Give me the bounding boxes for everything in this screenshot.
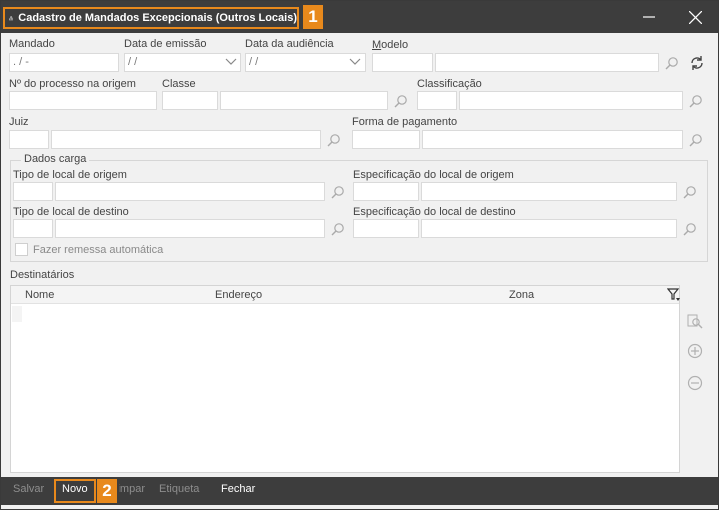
tipo-local-origem-desc-field[interactable] [55, 182, 325, 201]
search-icon[interactable] [683, 222, 697, 236]
novo-highlight [54, 479, 96, 503]
modelo-label: Modelo [372, 39, 409, 51]
forma-pagamento-label: Forma de pagamento [352, 116, 458, 128]
tipo-local-destino-desc-field[interactable] [55, 219, 325, 238]
search-icon[interactable] [327, 133, 341, 147]
app-logo-icon [9, 15, 14, 21]
step-badge-2: 2 [97, 479, 117, 503]
tipo-local-origem-label: Tipo de local de origem [13, 169, 127, 181]
fechar-button[interactable]: Fechar [221, 483, 255, 495]
close-icon [688, 10, 702, 24]
grid-header: Nome Endereço Zona [11, 286, 681, 304]
fazer-remessa-checkbox[interactable] [15, 243, 28, 256]
remove-circle-icon[interactable] [687, 375, 703, 391]
chevron-down-icon[interactable] [225, 58, 237, 66]
classificacao-label: Classificação [417, 78, 482, 90]
juiz-label: Juiz [9, 116, 29, 128]
search-icon[interactable] [683, 185, 697, 199]
juiz-code-field[interactable] [9, 130, 49, 149]
close-button[interactable] [681, 5, 709, 29]
tipo-local-origem-code-field[interactable] [13, 182, 53, 201]
classificacao-code-field[interactable] [417, 91, 457, 110]
search-icon[interactable] [331, 222, 345, 236]
data-audiencia-field[interactable]: / / [245, 53, 366, 72]
search-icon[interactable] [394, 94, 408, 108]
espec-local-destino-desc-field[interactable] [421, 219, 677, 238]
espec-local-destino-code-field[interactable] [353, 219, 419, 238]
search-icon[interactable] [331, 185, 345, 199]
mandado-field[interactable]: . / - [9, 53, 119, 72]
tipo-local-destino-code-field[interactable] [13, 219, 53, 238]
data-audiencia-label: Data da audiência [245, 38, 334, 50]
classe-label: Classe [162, 78, 196, 90]
column-header-nome[interactable]: Nome [25, 289, 54, 301]
destinatarios-grid[interactable]: Nome Endereço Zona [10, 285, 680, 473]
window-title: Cadastro de Mandados Excepcionais (Outro… [18, 12, 297, 24]
data-emissao-field[interactable]: / / [124, 53, 241, 72]
zoom-icon[interactable] [687, 313, 703, 329]
window: Cadastro de Mandados Excepcionais (Outro… [0, 0, 719, 510]
search-icon[interactable] [665, 56, 679, 70]
chevron-down-icon[interactable] [349, 58, 361, 66]
column-header-zona[interactable]: Zona [509, 289, 534, 301]
add-circle-icon[interactable] [687, 343, 703, 359]
tipo-local-destino-label: Tipo de local de destino [13, 206, 129, 218]
classificacao-desc-field[interactable] [459, 91, 683, 110]
search-icon[interactable] [689, 133, 703, 147]
etiqueta-button[interactable]: Etiqueta [159, 483, 199, 495]
classe-code-field[interactable] [162, 91, 218, 110]
modelo-desc-field[interactable] [435, 53, 659, 72]
espec-local-origem-label: Especificação do local de origem [353, 169, 514, 181]
juiz-desc-field[interactable] [51, 130, 321, 149]
minimize-button[interactable] [635, 5, 663, 29]
destinatarios-label: Destinatários [10, 269, 75, 281]
data-emissao-label: Data de emissão [124, 38, 207, 50]
title-highlight: Cadastro de Mandados Excepcionais (Outro… [3, 7, 299, 29]
salvar-button[interactable]: Salvar [13, 483, 44, 495]
search-icon[interactable] [689, 94, 703, 108]
processo-origem-label: Nº do processo na origem [9, 78, 136, 90]
forma-pagamento-code-field[interactable] [352, 130, 420, 149]
column-header-endereco[interactable]: Endereço [215, 289, 262, 301]
minimize-icon [643, 16, 655, 18]
modelo-code-field[interactable] [372, 53, 433, 72]
processo-origem-field[interactable] [9, 91, 157, 110]
title-bar: Cadastro de Mandados Excepcionais (Outro… [1, 1, 718, 33]
mandado-label: Mandado [9, 38, 55, 50]
refresh-icon[interactable] [689, 55, 705, 71]
forma-pagamento-desc-field[interactable] [422, 130, 683, 149]
modelo-label-rest: odelo [381, 39, 409, 51]
row-indicator [12, 306, 22, 322]
filter-icon[interactable] [667, 287, 681, 303]
step-badge-1: 1 [303, 5, 323, 29]
classe-desc-field[interactable] [220, 91, 388, 110]
fazer-remessa-label: Fazer remessa automática [33, 244, 164, 256]
espec-local-origem-desc-field[interactable] [421, 182, 677, 201]
dados-carga-title: Dados carga [21, 153, 90, 165]
espec-local-origem-code-field[interactable] [353, 182, 419, 201]
espec-local-destino-label: Especificação do local de destino [353, 206, 516, 218]
limpar-button[interactable]: Limpar [119, 483, 145, 495]
